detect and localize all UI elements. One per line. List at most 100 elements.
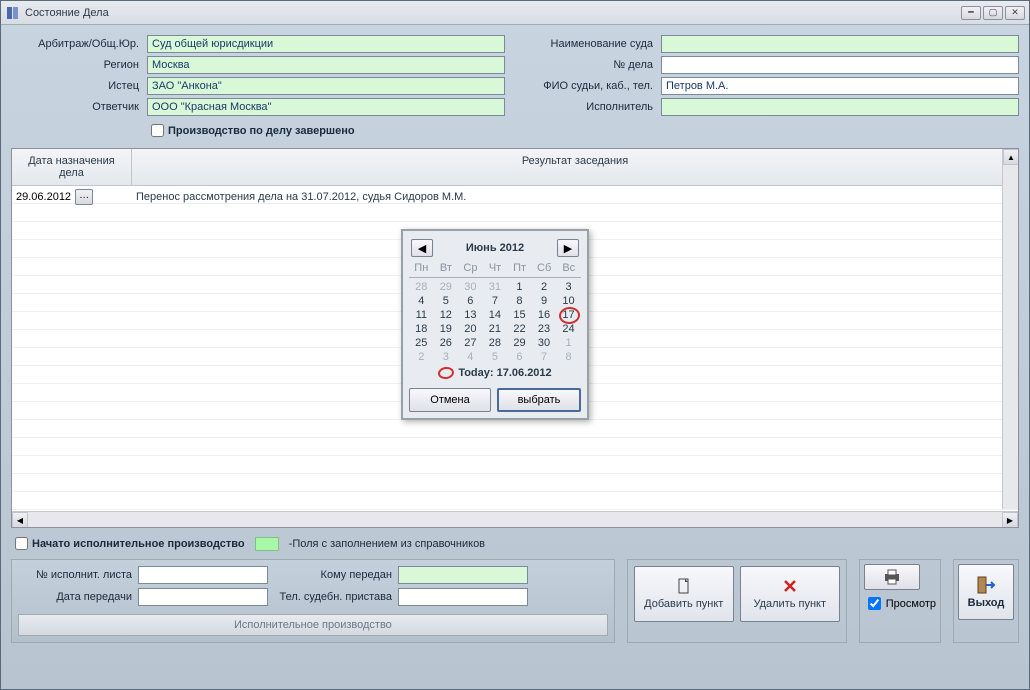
cal-day-cell[interactable]: 18 — [409, 322, 434, 336]
cal-day-cell[interactable]: 15 — [507, 308, 532, 322]
case-closed-checkbox[interactable] — [151, 124, 164, 137]
arbitrazh-input[interactable] — [147, 35, 505, 53]
bailiff-input[interactable] — [398, 588, 528, 606]
region-input[interactable] — [147, 56, 505, 74]
scroll-right-icon[interactable]: ▶ — [1002, 512, 1018, 528]
new-doc-icon — [676, 578, 692, 594]
col-result-header[interactable]: Результат заседания — [132, 149, 1018, 185]
exec-date-input[interactable] — [138, 588, 268, 606]
vertical-scrollbar[interactable]: ▲ — [1002, 149, 1018, 509]
cal-day-cell[interactable]: 25 — [409, 336, 434, 350]
window-icon — [5, 5, 21, 21]
istec-input[interactable] — [147, 77, 505, 95]
preview-checkbox[interactable] — [868, 597, 881, 610]
exec-to-input[interactable] — [398, 566, 528, 584]
exit-button[interactable]: Выход — [958, 564, 1014, 620]
cal-day-cell[interactable]: 10 — [556, 294, 581, 308]
maximize-button[interactable]: ▢ — [983, 6, 1003, 20]
add-item-button[interactable]: Добавить пункт — [634, 566, 734, 622]
cal-day-cell[interactable]: 8 — [556, 350, 581, 364]
cal-day-cell[interactable]: 14 — [483, 308, 508, 322]
cal-day-cell[interactable]: 1 — [507, 280, 532, 294]
scroll-left-icon[interactable]: ◀ — [12, 512, 28, 528]
cal-day-cell[interactable]: 19 — [434, 322, 459, 336]
case-closed-label: Производство по делу завершено — [168, 125, 355, 137]
cal-dow-label: Пт — [507, 261, 532, 275]
scroll-up-icon[interactable]: ▲ — [1003, 149, 1019, 165]
label-arbitrazh: Арбитраж/Общ.Юр. — [11, 38, 147, 50]
date-picker-button[interactable]: … — [75, 189, 93, 205]
label-court: Наименование суда — [525, 38, 661, 50]
judge-input[interactable] — [661, 77, 1019, 95]
result-cell[interactable]: Перенос рассмотрения дела на 31.07.2012,… — [132, 189, 1018, 205]
cal-day-cell[interactable]: 6 — [458, 294, 483, 308]
label-judge: ФИО судьи, каб., тел. — [525, 80, 661, 92]
cal-day-cell[interactable]: 21 — [483, 322, 508, 336]
cal-day-cell[interactable]: 7 — [483, 294, 508, 308]
cal-day-cell[interactable]: 28 — [483, 336, 508, 350]
cal-day-cell[interactable]: 2 — [532, 280, 557, 294]
label-executor: Исполнитель — [525, 101, 661, 113]
cal-day-cell[interactable]: 1 — [556, 336, 581, 350]
cal-day-cell[interactable]: 11 — [409, 308, 434, 322]
cal-day-cell[interactable]: 28 — [409, 280, 434, 294]
delete-icon — [782, 578, 798, 594]
cal-day-cell[interactable]: 5 — [483, 350, 508, 364]
cal-day-cell[interactable]: 22 — [507, 322, 532, 336]
cal-next-button[interactable]: ▶ — [557, 239, 579, 257]
cal-dow-label: Вт — [434, 261, 459, 275]
label-istec: Истец — [11, 80, 147, 92]
exec-started-label: Начато исполнительное производство — [32, 538, 245, 550]
cal-day-cell[interactable]: 7 — [532, 350, 557, 364]
col-date-header[interactable]: Дата назначения дела — [12, 149, 132, 185]
cal-day-cell[interactable]: 3 — [556, 280, 581, 294]
cal-select-button[interactable]: выбрать — [497, 388, 581, 412]
cal-day-cell[interactable]: 31 — [483, 280, 508, 294]
cal-day-cell[interactable]: 17 — [556, 308, 581, 322]
cal-day-cell[interactable]: 4 — [458, 350, 483, 364]
cal-day-cell[interactable]: 16 — [532, 308, 557, 322]
cal-day-cell[interactable]: 13 — [458, 308, 483, 322]
close-button[interactable]: ✕ — [1005, 6, 1025, 20]
cal-day-cell[interactable]: 24 — [556, 322, 581, 336]
cal-day-cell[interactable]: 3 — [434, 350, 459, 364]
minimize-button[interactable]: ━ — [961, 6, 981, 20]
cal-day-cell[interactable]: 23 — [532, 322, 557, 336]
cal-day-cell[interactable]: 9 — [532, 294, 557, 308]
delete-item-button[interactable]: Удалить пункт — [740, 566, 840, 622]
executor-input[interactable] — [661, 98, 1019, 116]
cal-day-cell[interactable]: 26 — [434, 336, 459, 350]
label-bailiff: Тел. судебн. пристава — [278, 591, 398, 603]
cal-day-cell[interactable]: 29 — [507, 336, 532, 350]
label-caseno: № дела — [525, 59, 661, 71]
cal-day-cell[interactable]: 4 — [409, 294, 434, 308]
court-input[interactable] — [661, 35, 1019, 53]
cal-day-cell[interactable]: 30 — [532, 336, 557, 350]
cal-day-cell[interactable]: 29 — [434, 280, 459, 294]
caseno-input[interactable] — [661, 56, 1019, 74]
cal-title[interactable]: Июнь 2012 — [466, 242, 524, 254]
label-exec-no: № исполнит. листа — [18, 569, 138, 581]
table-row[interactable]: 29.06.2012…Перенос рассмотрения дела на … — [12, 186, 1018, 208]
cal-day-cell[interactable]: 30 — [458, 280, 483, 294]
cal-cancel-button[interactable]: Отмена — [409, 388, 491, 412]
printer-icon — [883, 569, 901, 585]
horizontal-scrollbar[interactable]: ◀ ▶ — [12, 511, 1018, 527]
exec-started-checkbox[interactable] — [15, 537, 28, 550]
cal-prev-button[interactable]: ◀ — [411, 239, 433, 257]
cal-day-cell[interactable]: 5 — [434, 294, 459, 308]
cal-today-row[interactable]: Today: 17.06.2012 — [409, 364, 581, 384]
exec-title-bar: Исполнительное производство — [18, 614, 608, 636]
cal-day-cell[interactable]: 27 — [458, 336, 483, 350]
print-button[interactable] — [864, 564, 920, 590]
exit-icon — [976, 575, 996, 595]
otvetchik-input[interactable] — [147, 98, 505, 116]
exec-no-input[interactable] — [138, 566, 268, 584]
cal-day-cell[interactable]: 20 — [458, 322, 483, 336]
cal-day-cell[interactable]: 6 — [507, 350, 532, 364]
label-exec-date: Дата передачи — [18, 591, 138, 603]
cal-day-cell[interactable]: 8 — [507, 294, 532, 308]
cal-day-cell[interactable]: 2 — [409, 350, 434, 364]
cal-day-cell[interactable]: 12 — [434, 308, 459, 322]
label-otvetchik: Ответчик — [11, 101, 147, 113]
